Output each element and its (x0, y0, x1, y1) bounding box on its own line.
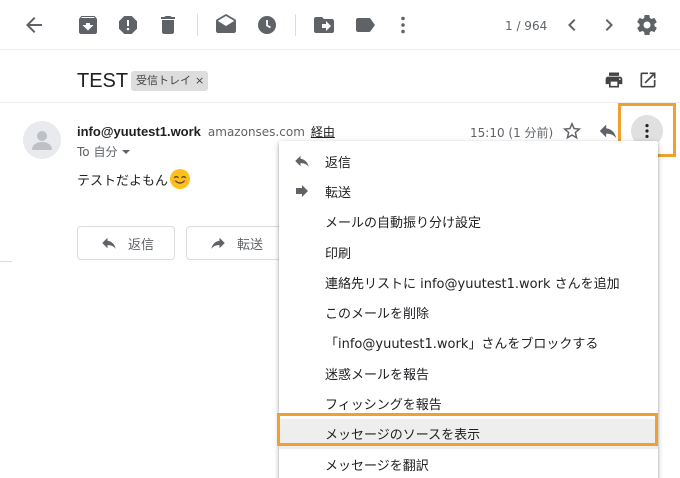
reply-arrow-icon[interactable] (597, 120, 619, 142)
menu-item-block-sender[interactable]: 「info@yuutest1.work」さんをブロックする (279, 328, 658, 358)
reply-button-label: 返信 (128, 237, 155, 253)
menu-item-label: 返信 (325, 155, 352, 171)
pager-count: 1 / 964 (505, 19, 548, 33)
recipient-details-toggle[interactable]: To 自分 (77, 143, 131, 160)
snooze-icon[interactable] (255, 13, 279, 37)
toolbar-divider (295, 14, 296, 36)
move-to-icon[interactable] (312, 13, 336, 37)
menu-item-label: 「info@yuutest1.work」さんをブロックする (325, 337, 599, 353)
message-body-text: テストだよもん (77, 173, 169, 189)
forward-button-label: 転送 (237, 237, 264, 253)
annotation-highlight-show-original (277, 413, 658, 446)
menu-item-add-contact[interactable]: 連絡先リストに info@yuutest1.work さんを追加 (279, 267, 658, 297)
message-time: 15:10 (1 分前) (470, 126, 554, 140)
chevron-left-icon[interactable] (560, 13, 584, 37)
toolbar: 1 / 964 (0, 0, 680, 50)
settings-gear-icon[interactable] (635, 13, 659, 37)
email-subject: TEST (77, 70, 129, 92)
forward-icon (293, 182, 311, 200)
menu-item-reply[interactable]: 返信 (279, 146, 658, 176)
menu-item-forward[interactable]: 転送 (279, 176, 658, 206)
delete-icon[interactable] (156, 13, 180, 37)
menu-item-label: 連絡先リストに info@yuutest1.work さんを追加 (325, 276, 620, 292)
via-link[interactable]: 経由 (311, 125, 335, 139)
menu-item-delete[interactable]: このメールを削除 (279, 297, 658, 327)
menu-item-print[interactable]: 印刷 (279, 237, 658, 267)
menu-item-filter-messages[interactable]: メールの自動振り分け設定 (279, 207, 658, 237)
divider (0, 102, 680, 103)
sender-avatar (23, 121, 61, 159)
back-arrow-icon[interactable] (22, 13, 46, 37)
person-icon (32, 131, 52, 150)
menu-item-label: 転送 (325, 185, 352, 201)
message-body: テストだよもん (77, 168, 191, 190)
label-icon[interactable] (353, 13, 377, 37)
caret-down-icon (121, 147, 131, 157)
menu-item-label: メールの自動振り分け設定 (325, 216, 482, 232)
menu-item-label: フィッシングを報告 (325, 398, 442, 414)
forward-button[interactable]: 転送 (186, 226, 284, 260)
menu-item-label: メッセージを翻訳 (325, 458, 429, 474)
mark-unread-icon[interactable] (214, 13, 238, 37)
print-icon[interactable] (604, 70, 624, 90)
remove-label-button[interactable]: × (195, 71, 204, 91)
sender-domain: amazonses.com (207, 125, 305, 139)
menu-item-label: このメールを削除 (325, 307, 430, 323)
sender-name[interactable]: info@yuutest1.work (77, 124, 201, 139)
menu-item-label: 迷惑メールを報告 (325, 367, 430, 383)
open-new-window-icon[interactable] (638, 70, 658, 90)
divider (0, 261, 12, 262)
label-chip-text: 受信トレイ (136, 74, 191, 87)
report-spam-icon[interactable] (116, 13, 140, 37)
recipient-text: To 自分 (77, 145, 118, 159)
toolbar-divider (197, 14, 198, 36)
reply-button[interactable]: 返信 (77, 226, 175, 260)
menu-item-report-spam[interactable]: 迷惑メールを報告 (279, 358, 658, 388)
inbox-label-chip: 受信トレイ × (131, 71, 209, 91)
chevron-right-icon[interactable] (597, 13, 621, 37)
menu-item-label: 印刷 (325, 246, 352, 262)
more-vert-icon[interactable] (391, 13, 415, 37)
reply-icon (100, 234, 118, 252)
sender-line: info@yuutest1.work amazonses.com 経由 (77, 123, 335, 140)
star-icon[interactable] (561, 120, 583, 142)
menu-item-translate[interactable]: メッセージを翻訳 (279, 449, 658, 478)
forward-icon (209, 234, 227, 252)
smiling-face-emoji-icon (169, 168, 191, 190)
reply-icon (293, 152, 311, 170)
archive-icon[interactable] (76, 13, 100, 37)
